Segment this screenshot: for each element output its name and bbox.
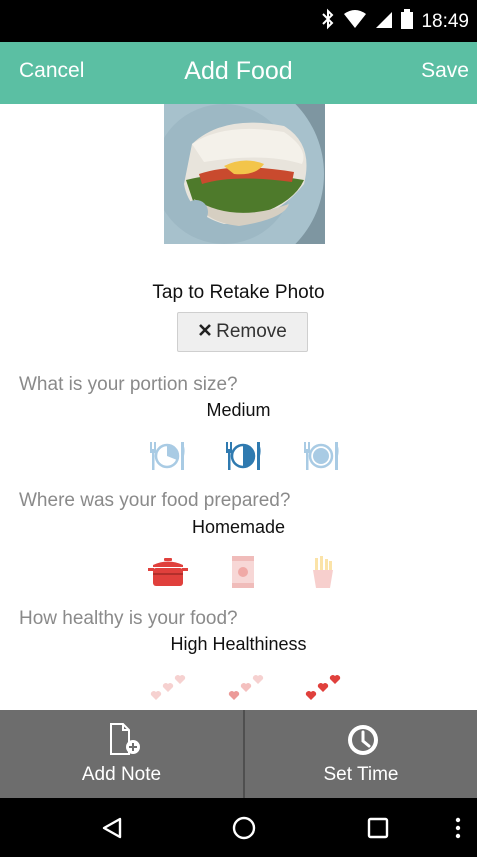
close-icon — [198, 321, 212, 343]
battery-icon — [401, 9, 414, 35]
large-plate-icon[interactable] — [302, 440, 342, 477]
set-time-label: Set Time — [323, 764, 399, 785]
add-note-icon — [108, 722, 144, 761]
remove-label: Remove — [216, 321, 287, 342]
healthy-answer: High Healthiness — [170, 634, 307, 654]
status-icons: 18:49 — [321, 8, 469, 36]
overflow-menu-icon[interactable] — [454, 817, 462, 844]
home-icon[interactable] — [232, 816, 256, 845]
form-content[interactable]: Tap to Retake Photo Remove What is your … — [0, 104, 477, 710]
page-title: Add Food — [184, 57, 293, 85]
set-time-button[interactable]: Set Time — [245, 710, 477, 798]
system-nav-bar — [0, 798, 477, 857]
hearts-medium-icon[interactable] — [226, 672, 266, 710]
add-note-button[interactable]: Add Note — [0, 710, 243, 798]
recents-icon[interactable] — [367, 817, 389, 844]
prepared-answer: Homemade — [191, 517, 286, 537]
prepared-question: Where was your food prepared? — [19, 490, 291, 511]
hearts-high-icon[interactable] — [303, 672, 343, 710]
remove-photo-button[interactable]: Remove — [177, 312, 308, 352]
back-icon[interactable] — [100, 816, 124, 845]
retake-photo-link[interactable]: Tap to Retake Photo — [0, 282, 477, 304]
bottom-action-bar: Add Note Set Time — [0, 710, 477, 798]
status-time: 18:49 — [421, 11, 469, 32]
food-photo[interactable] — [164, 104, 325, 244]
status-bar: 18:49 — [0, 0, 477, 42]
healthy-question: How healthy is your food? — [19, 608, 238, 629]
app-bar: Cancel Add Food Save — [0, 42, 477, 104]
hearts-low-icon[interactable] — [148, 672, 188, 710]
fries-icon[interactable] — [310, 556, 336, 595]
bluetooth-icon — [321, 8, 335, 36]
small-plate-icon[interactable] — [148, 440, 188, 477]
portion-question: What is your portion size? — [19, 374, 238, 395]
can-icon[interactable] — [230, 554, 256, 595]
portion-answer: Medium — [206, 400, 271, 420]
medium-plate-icon[interactable] — [224, 440, 264, 477]
wifi-icon — [343, 9, 367, 35]
pot-icon[interactable] — [148, 556, 188, 595]
clock-icon — [346, 723, 380, 762]
signal-icon — [375, 9, 393, 35]
save-button[interactable]: Save — [421, 59, 469, 83]
add-note-label: Add Note — [81, 764, 162, 785]
